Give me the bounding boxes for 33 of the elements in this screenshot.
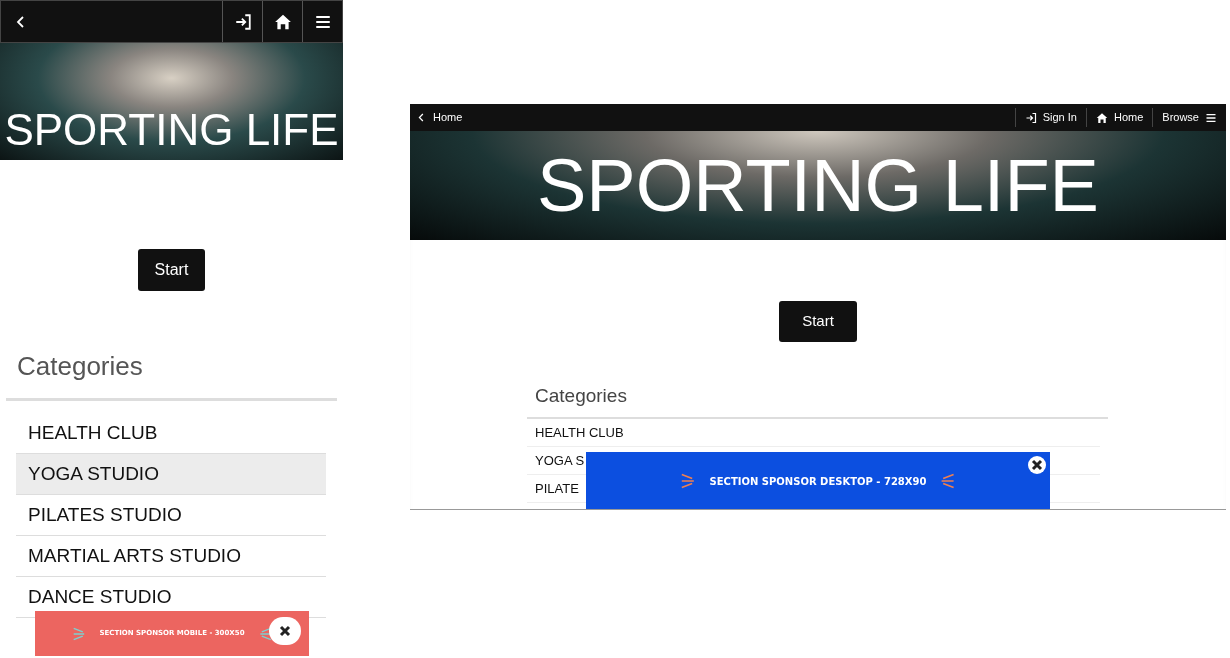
back-label: Home [433,110,463,126]
link-label: Browse [1162,110,1199,126]
category-item[interactable]: HEALTH CLUB [527,419,1100,448]
home-icon [1095,111,1108,124]
start-button[interactable]: Start [779,301,857,342]
categories-heading: Categories [6,351,337,402]
link-label: Home [1113,110,1144,126]
hero-title: SPORTING LIFE [4,108,339,152]
menu-icon [1205,111,1217,124]
link-label: Sign In [1042,110,1077,126]
burst-lines-icon [72,626,86,641]
burst-lines-icon [681,473,696,489]
sponsor-banner-toast[interactable]: SECTION SPONSOR DESKTOP - 728X90 [586,452,1050,509]
close-button[interactable] [1028,456,1046,474]
home-link[interactable]: Home [1085,108,1153,127]
hero-title: SPORTING LIFE [537,148,1099,223]
sponsor-text: SECTION SPONSOR DESKTOP - 728X90 [709,474,927,489]
home-icon [273,12,292,31]
sign-in-icon [233,12,252,31]
sign-in-icon [1024,111,1037,124]
close-icon [1031,459,1043,471]
close-button[interactable] [269,617,301,645]
categories-heading: Categories [527,384,1108,420]
category-item[interactable]: MARTIAL ARTS STUDIO [16,536,326,578]
category-item[interactable]: YOGA STUDIO [16,454,326,496]
back-link[interactable]: Home [410,109,463,126]
sign-in-link[interactable]: Sign In [1014,108,1086,127]
start-button[interactable]: Start [137,249,206,291]
close-icon [279,625,291,637]
browse-link[interactable]: Browse [1152,108,1226,127]
burst-lines-icon [940,473,955,489]
burst-lines-icon [258,626,272,641]
category-item[interactable]: PILATES STUDIO [16,495,326,537]
